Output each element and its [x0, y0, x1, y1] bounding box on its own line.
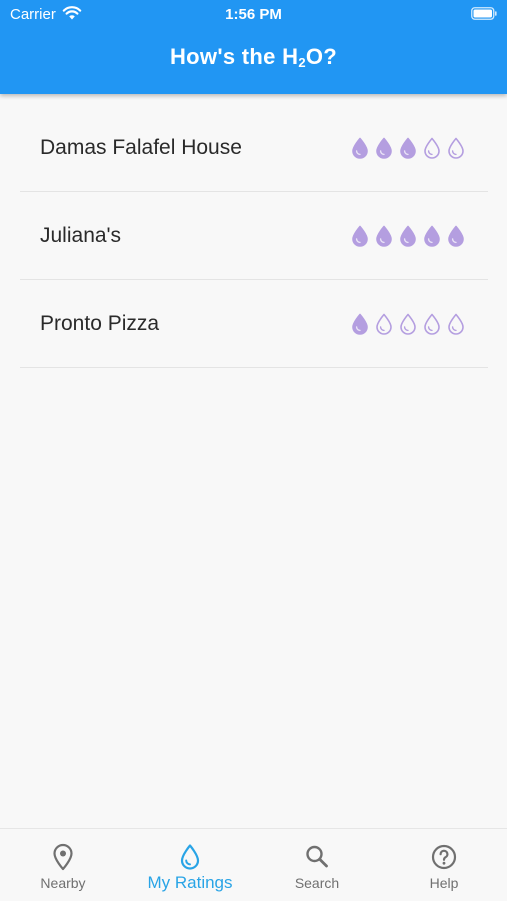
drop-rating	[350, 225, 466, 247]
water-drop-empty-icon	[448, 313, 464, 335]
list-item[interactable]: Damas Falafel House	[20, 104, 488, 192]
water-drop-icon	[180, 844, 200, 870]
water-drop-empty-icon	[424, 313, 440, 335]
water-drop-filled-icon	[400, 137, 416, 159]
ratings-list: Damas Falafel House Juliana's Pronto Piz…	[20, 104, 488, 368]
tab-label: Help	[429, 875, 459, 891]
water-drop-empty-icon	[376, 313, 392, 335]
tab-my-ratings[interactable]: My Ratings	[127, 829, 253, 901]
list-item[interactable]: Pronto Pizza	[20, 280, 488, 368]
tab-label: Nearby	[40, 875, 86, 891]
tab-bar: Nearby My Ratings Search Help	[0, 828, 507, 901]
water-drop-empty-icon	[424, 137, 440, 159]
location-pin-icon	[53, 843, 73, 871]
restaurant-name: Damas Falafel House	[40, 136, 242, 159]
page-title: How's the H2O?	[169, 44, 337, 70]
tab-label: Search	[294, 875, 340, 891]
tab-search[interactable]: Search	[254, 829, 380, 901]
search-icon	[306, 845, 328, 868]
tab-nearby[interactable]: Nearby	[0, 829, 126, 901]
water-drop-filled-icon	[400, 225, 416, 247]
water-drop-empty-icon	[448, 137, 464, 159]
status-time: 1:56 PM	[225, 6, 282, 23]
status-bar: Carrier 1:56 PM	[0, 0, 507, 28]
water-drop-filled-icon	[376, 137, 392, 159]
help-circle-icon	[431, 844, 457, 870]
restaurant-name: Pronto Pizza	[40, 312, 160, 335]
tab-help[interactable]: Help	[381, 829, 507, 901]
tab-label: My Ratings	[147, 873, 233, 892]
battery-icon	[471, 7, 497, 20]
water-drop-filled-icon	[352, 137, 368, 159]
water-drop-filled-icon	[424, 225, 440, 247]
water-drop-filled-icon	[352, 225, 368, 247]
water-drop-empty-icon	[400, 313, 416, 335]
drop-rating	[350, 137, 466, 159]
drop-rating	[350, 313, 466, 335]
water-drop-filled-icon	[352, 313, 368, 335]
restaurant-name: Juliana's	[40, 224, 122, 247]
water-drop-filled-icon	[448, 225, 464, 247]
water-drop-filled-icon	[376, 225, 392, 247]
list-item[interactable]: Juliana's	[20, 192, 488, 280]
app-header: Carrier 1:56 PM How's the H2O?	[0, 0, 507, 94]
